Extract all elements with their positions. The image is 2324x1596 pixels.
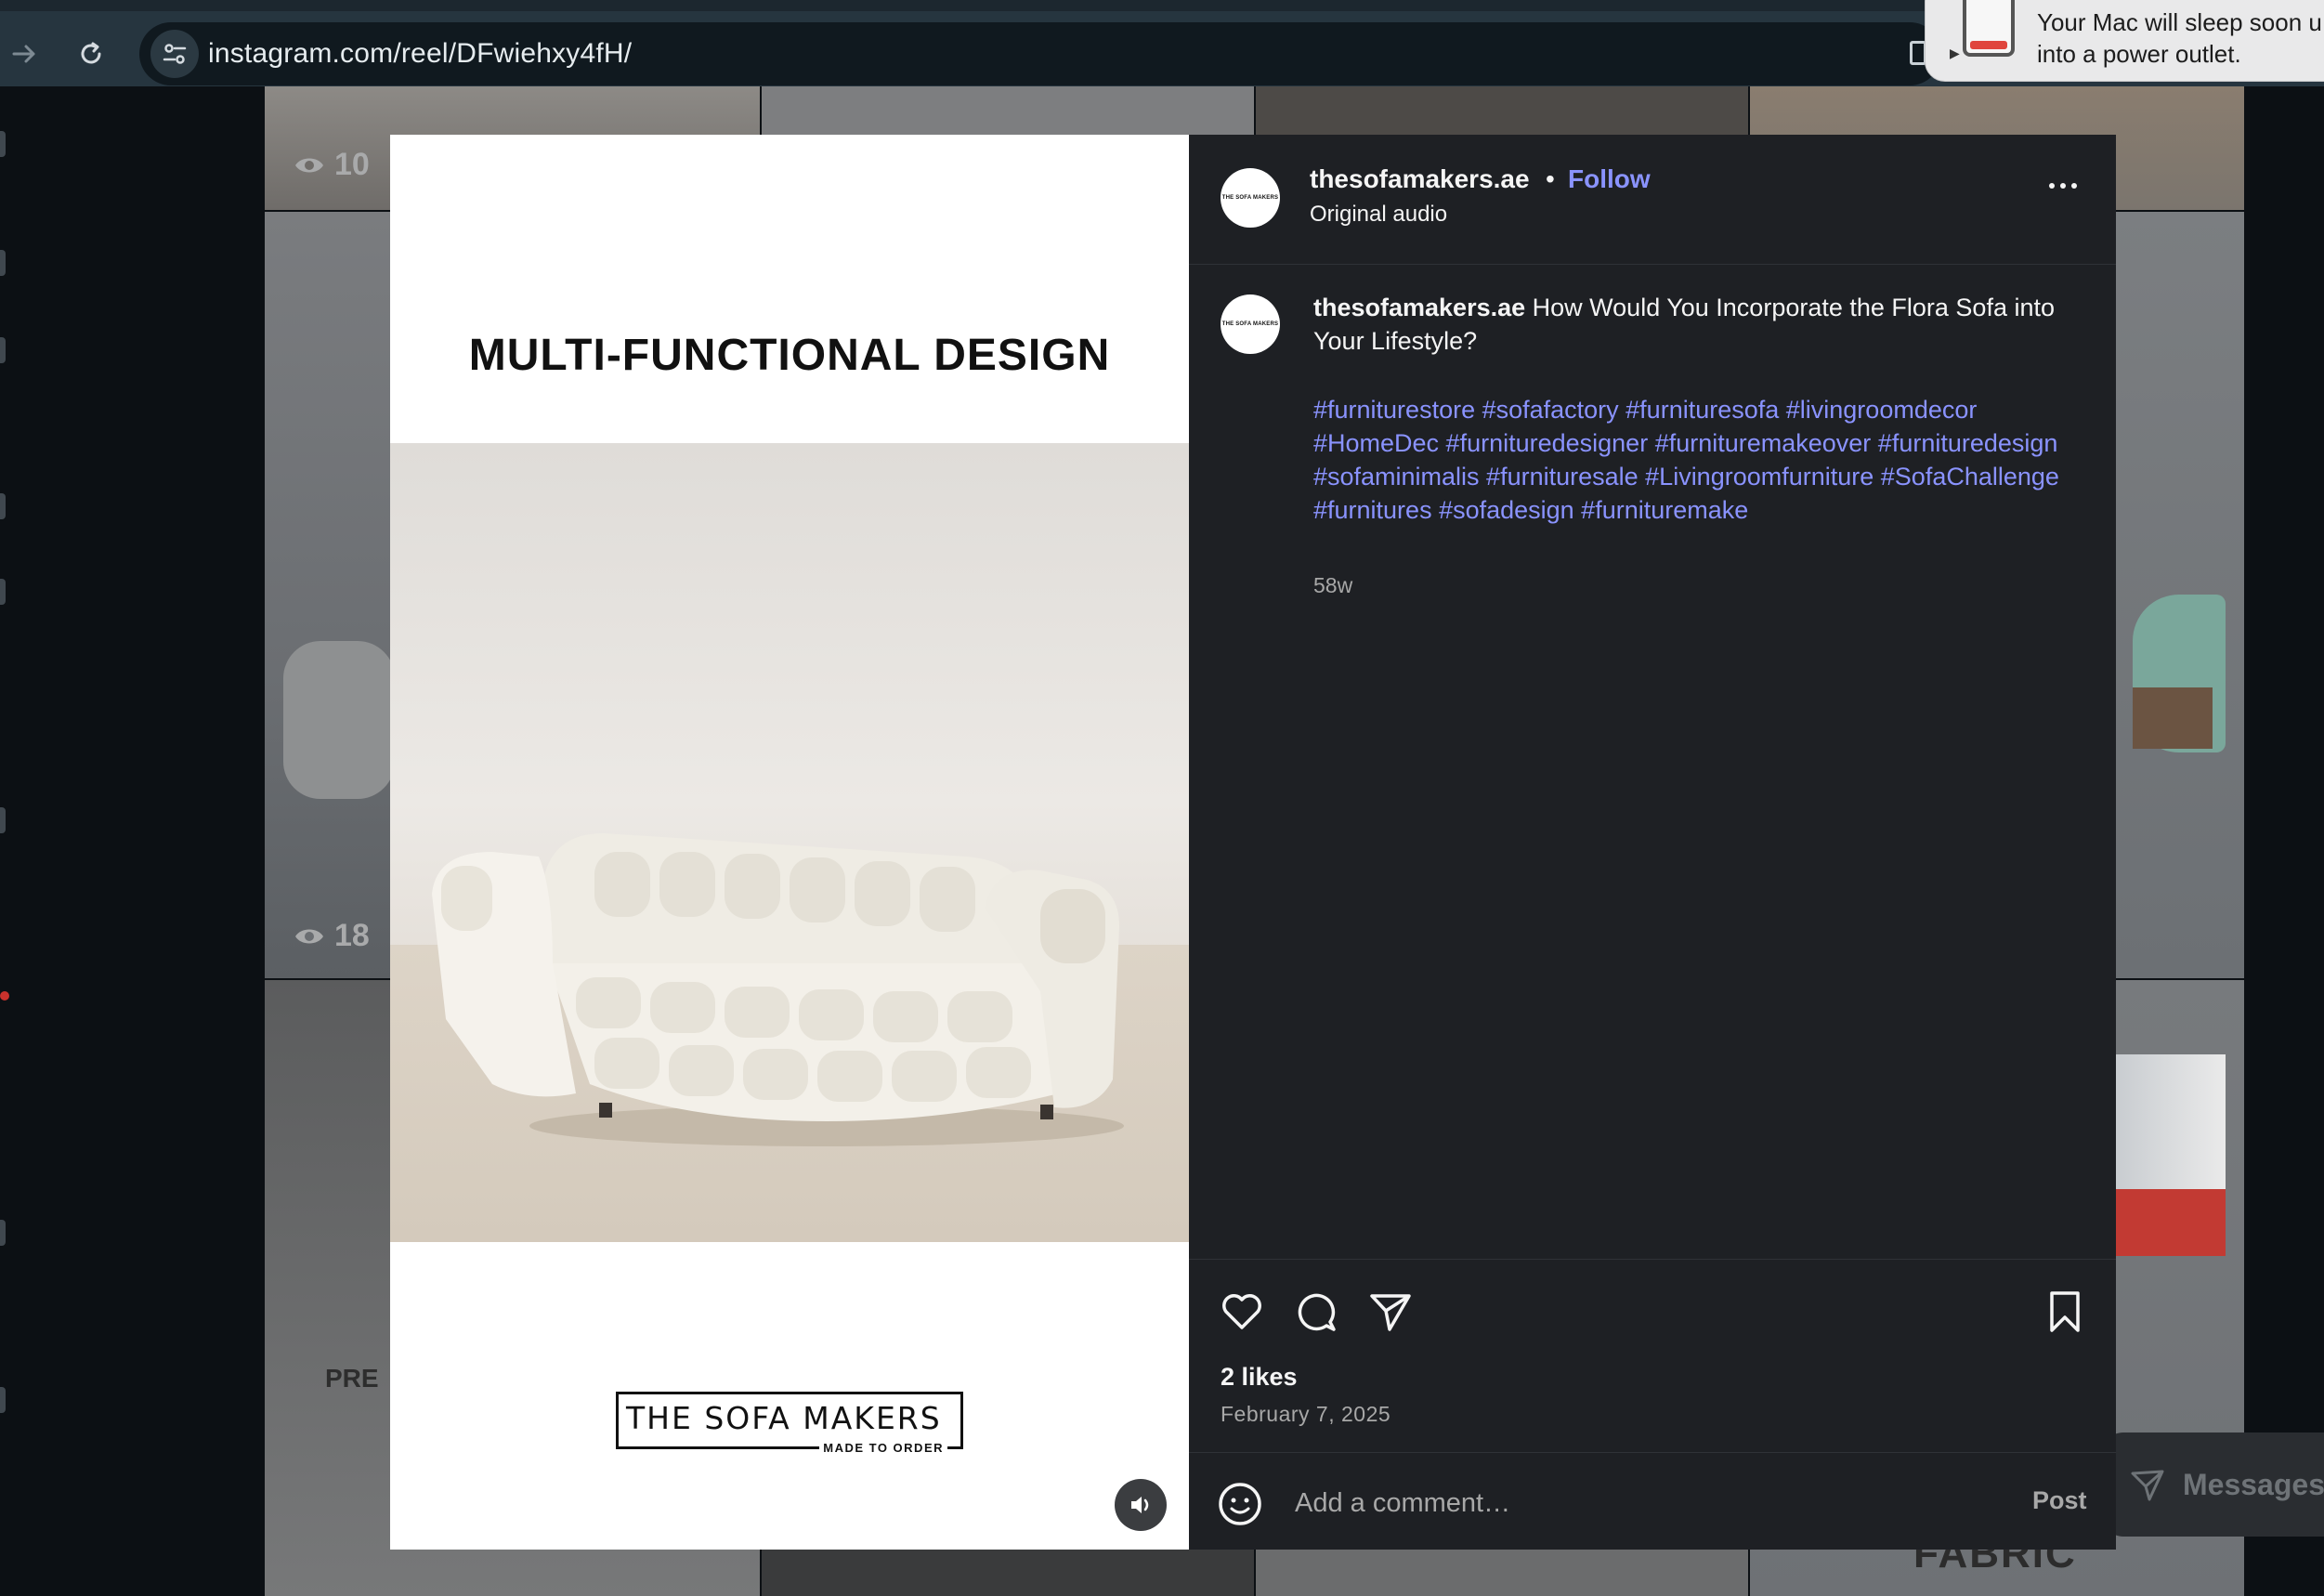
- messages-button[interactable]: Messages: [2101, 1432, 2324, 1537]
- messages-label: Messages: [2183, 1467, 2324, 1501]
- play-icon: ▶: [1950, 46, 1960, 60]
- nav-icon[interactable]: [0, 1220, 6, 1246]
- media-headline: MULTI-FUNCTIONAL DESIGN: [468, 331, 1111, 380]
- divider: [1189, 1259, 2116, 1260]
- smiley-icon: [1219, 1483, 1261, 1525]
- paper-plane-icon: [1370, 1294, 1411, 1331]
- grid-tile[interactable]: [1256, 1550, 1748, 1596]
- view-count: 10: [334, 147, 370, 182]
- caption-username[interactable]: thesofamakers.ae: [1313, 294, 1525, 321]
- grid-tile[interactable]: [1256, 86, 1748, 135]
- follow-button[interactable]: Follow: [1568, 164, 1651, 194]
- tile-thumbnail: [2133, 687, 2213, 749]
- instagram-left-sidebar: [0, 86, 265, 1596]
- nav-icon[interactable]: [0, 579, 6, 605]
- comment-bar: Post: [1189, 1452, 2116, 1550]
- brand-logo: THE SOFA MAKERS MADE TO ORDER: [616, 1392, 963, 1455]
- address-bar[interactable]: instagram.com/reel/DFwiehxy4fH/: [139, 22, 1941, 85]
- grid-tile[interactable]: [762, 86, 1254, 135]
- hashtag-list[interactable]: #furniturestore #sofafactory #furnitures…: [1313, 393, 2075, 527]
- post-age: 58w: [1313, 573, 1353, 597]
- logo-tagline: MADE TO ORDER: [819, 1441, 947, 1455]
- nav-icon[interactable]: [0, 1387, 6, 1413]
- post-date: February 7, 2025: [1221, 1402, 1391, 1426]
- notification-text: Your Mac will sleep soon u into a power …: [2037, 8, 2322, 68]
- reel-media[interactable]: MULTI-FUNCTIONAL DESIGN THE SOFA MAKERS …: [390, 135, 1189, 1550]
- tile-thumbnail: [283, 641, 395, 799]
- like-button[interactable]: [1217, 1287, 1267, 1337]
- tile-thumbnail: [2114, 1189, 2226, 1256]
- caption-avatar[interactable]: THE SOFA MAKERS: [1221, 294, 1280, 354]
- bookmark-icon: [2050, 1291, 2080, 1332]
- nav-icon[interactable]: [0, 131, 6, 157]
- nav-icon[interactable]: [0, 337, 6, 363]
- mute-toggle-button[interactable]: [1115, 1479, 1167, 1531]
- view-count: 18: [334, 918, 370, 953]
- save-button[interactable]: [2040, 1287, 2090, 1337]
- avatar-logo-text: THE SOFA MAKERS: [1221, 195, 1279, 201]
- tile-view-count: 10: [294, 147, 370, 183]
- post-side-panel: THE SOFA MAKERS thesofamakers.ae • Follo…: [1189, 135, 2116, 1550]
- right-page-margin: [2244, 86, 2324, 1596]
- post-caption: thesofamakers.ae How Would You Incorpora…: [1313, 291, 2075, 358]
- nav-icon[interactable]: [0, 807, 6, 833]
- notification-dot: [0, 991, 9, 1001]
- speaker-icon: [1131, 1497, 1149, 1513]
- post-comment-button[interactable]: Post: [2032, 1486, 2087, 1515]
- logo-text: THE SOFA MAKERS: [626, 1400, 942, 1436]
- avatar-logo-text: THE SOFA MAKERS: [1221, 321, 1279, 327]
- tune-icon: [163, 44, 187, 64]
- username-link[interactable]: thesofamakers.ae: [1310, 164, 1530, 194]
- like-count[interactable]: 2 likes: [1221, 1363, 1298, 1392]
- battery-icon: [1963, 0, 2015, 57]
- arrow-right-icon: [12, 45, 35, 63]
- heart-icon: [1222, 1294, 1261, 1329]
- nav-icon[interactable]: [0, 250, 6, 276]
- more-options-icon[interactable]: [2049, 183, 2077, 189]
- reload-button[interactable]: [69, 32, 113, 76]
- emoji-button[interactable]: [1217, 1481, 1263, 1527]
- site-info-button[interactable]: [150, 30, 199, 78]
- forward-button[interactable]: [2, 32, 46, 76]
- grid-tile[interactable]: [762, 1550, 1254, 1596]
- post-header: THE SOFA MAKERS thesofamakers.ae • Follo…: [1189, 135, 2116, 265]
- comment-input[interactable]: [1295, 1477, 1982, 1529]
- comment-button[interactable]: [1291, 1287, 1341, 1337]
- eye-icon: [295, 929, 323, 943]
- tile-caption: PRE: [325, 1364, 379, 1393]
- comment-bubble-icon: [1298, 1293, 1336, 1331]
- nav-icon[interactable]: [0, 493, 6, 519]
- url-text[interactable]: instagram.com/reel/DFwiehxy4fH/: [208, 38, 632, 70]
- avatar[interactable]: THE SOFA MAKERS: [1221, 168, 1280, 228]
- low-battery-notification[interactable]: ▶ Your Mac will sleep soon u into a powe…: [1925, 0, 2324, 82]
- reload-icon: [81, 42, 101, 64]
- paper-plane-icon: [2131, 1470, 2164, 1501]
- eye-icon: [295, 158, 323, 172]
- tile-view-count: 18: [294, 918, 370, 954]
- sofa-illustration: [432, 833, 1124, 1146]
- share-button[interactable]: [1365, 1287, 1416, 1337]
- separator-dot: •: [1546, 164, 1555, 193]
- sofa-photo: [390, 443, 1189, 1242]
- audio-link[interactable]: Original audio: [1310, 202, 1447, 228]
